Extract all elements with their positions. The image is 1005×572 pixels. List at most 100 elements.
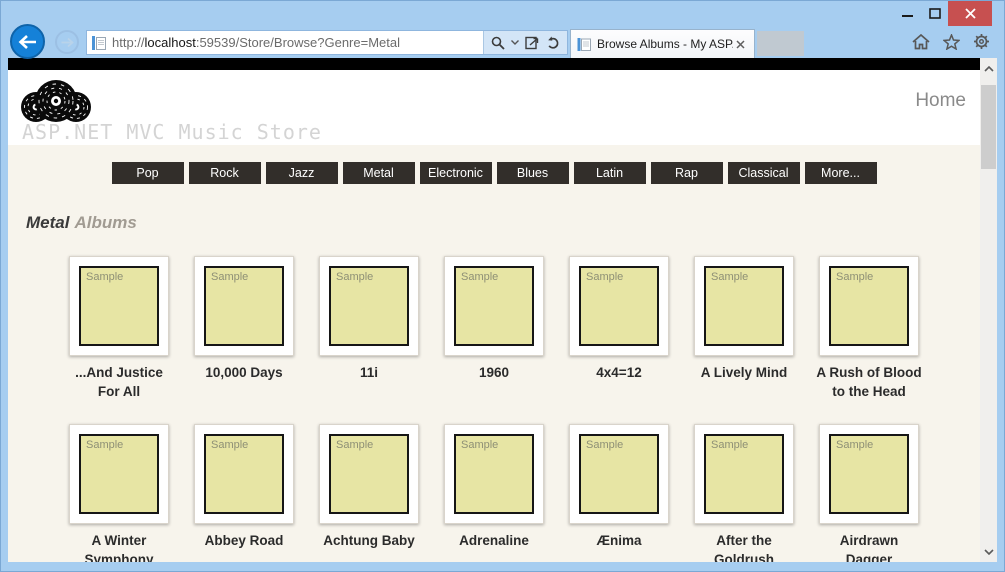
album-title: Airdrawn Dagger <box>815 531 923 562</box>
album-item[interactable]: Sample 4x4=12 <box>557 256 682 424</box>
new-tab-button[interactable] <box>757 31 804 56</box>
settings-gear-icon[interactable] <box>973 33 990 50</box>
maximize-button[interactable] <box>921 1 948 25</box>
album-cover: Sample <box>69 256 169 356</box>
album-item[interactable]: Sample ...And Justice For All <box>57 256 182 424</box>
window-controls <box>894 1 992 26</box>
album-cover: Sample <box>194 256 294 356</box>
genre-button-jazz[interactable]: Jazz <box>266 162 338 184</box>
album-art-placeholder: Sample <box>829 434 909 514</box>
album-art-placeholder: Sample <box>329 266 409 346</box>
page-title-suffix: Albums <box>74 213 136 232</box>
album-art-placeholder: Sample <box>79 434 159 514</box>
album-title: Ænima <box>596 531 641 550</box>
album-cover: Sample <box>694 256 794 356</box>
album-art-placeholder: Sample <box>829 266 909 346</box>
genre-button-more[interactable]: More... <box>805 162 877 184</box>
genre-button-rap[interactable]: Rap <box>651 162 723 184</box>
album-title: A Lively Mind <box>701 363 788 382</box>
tab-favicon-icon <box>577 37 592 52</box>
home-icon[interactable] <box>912 34 930 50</box>
album-cover: Sample <box>319 256 419 356</box>
tab-title: Browse Albums - My ASP.N... <box>597 37 733 51</box>
album-title: A Winter Symphony <box>65 531 173 562</box>
scrollbar-thumb[interactable] <box>981 85 996 169</box>
album-item[interactable]: Sample 1960 <box>432 256 557 424</box>
album-art-placeholder: Sample <box>579 266 659 346</box>
album-title: 11i <box>360 363 378 382</box>
album-cover: Sample <box>69 424 169 524</box>
maximize-icon <box>929 8 941 19</box>
chevron-up-icon <box>984 66 994 72</box>
genre-button-classical[interactable]: Classical <box>728 162 800 184</box>
site-brand-title: ASP.NET MVC Music Store <box>22 120 322 144</box>
genre-button-metal[interactable]: Metal <box>343 162 415 184</box>
forward-button[interactable] <box>55 30 79 54</box>
album-title: A Rush of Blood to the Head <box>815 363 923 401</box>
album-item[interactable]: Sample A Lively Mind <box>682 256 807 424</box>
album-cover: Sample <box>444 424 544 524</box>
minimize-icon <box>902 8 913 19</box>
favorites-star-icon[interactable] <box>943 34 960 50</box>
album-art-placeholder: Sample <box>204 266 284 346</box>
genre-button-electronic[interactable]: Electronic <box>420 162 492 184</box>
genre-button-latin[interactable]: Latin <box>574 162 646 184</box>
url-host: localhost <box>145 35 196 50</box>
home-link[interactable]: Home <box>915 90 966 112</box>
page-viewport: ASP.NET MVC Music Store Home Pop Rock Ja… <box>8 58 997 562</box>
album-item[interactable]: Sample After the Goldrush <box>682 424 807 562</box>
minimize-button[interactable] <box>894 1 921 25</box>
album-art-placeholder: Sample <box>329 434 409 514</box>
tab-close-button[interactable] <box>733 37 748 52</box>
album-grid: Sample ...And Justice For All Sample 10,… <box>8 256 980 562</box>
album-title: Abbey Road <box>205 531 284 550</box>
album-art-placeholder: Sample <box>579 434 659 514</box>
search-icon[interactable] <box>491 36 505 50</box>
search-dropdown-caret-icon[interactable] <box>511 40 519 45</box>
album-item[interactable]: Sample A Rush of Blood to the Head <box>807 256 932 424</box>
album-cover: Sample <box>444 256 544 356</box>
album-title: 4x4=12 <box>596 363 641 382</box>
album-title: ...And Justice For All <box>65 363 173 401</box>
album-item[interactable]: Sample Airdrawn Dagger <box>807 424 932 562</box>
genre-button-rock[interactable]: Rock <box>189 162 261 184</box>
album-title: Adrenaline <box>459 531 529 550</box>
album-cover: Sample <box>569 256 669 356</box>
url-text[interactable]: http://localhost:59539/Store/Browse?Genr… <box>112 35 483 50</box>
album-cover: Sample <box>819 424 919 524</box>
vertical-scrollbar[interactable] <box>980 58 997 562</box>
album-art-placeholder: Sample <box>204 434 284 514</box>
browser-toolbar-icons <box>912 33 990 50</box>
album-item[interactable]: Sample Adrenaline <box>432 424 557 562</box>
page-title-genre: Metal <box>26 213 69 232</box>
album-cover: Sample <box>569 424 669 524</box>
album-item[interactable]: Sample Abbey Road <box>182 424 307 562</box>
album-title: After the Goldrush <box>690 531 798 562</box>
album-title: 1960 <box>479 363 509 382</box>
close-button[interactable] <box>948 1 992 26</box>
tab-close-icon <box>736 40 745 49</box>
album-art-placeholder: Sample <box>454 266 534 346</box>
site-header: ASP.NET MVC Music Store Home <box>8 70 980 145</box>
genre-button-blues[interactable]: Blues <box>497 162 569 184</box>
go-page-icon[interactable] <box>525 36 540 50</box>
album-item[interactable]: Sample A Winter Symphony <box>57 424 182 562</box>
genre-button-pop[interactable]: Pop <box>112 162 184 184</box>
album-item[interactable]: Sample Ænima <box>557 424 682 562</box>
refresh-icon[interactable] <box>546 36 560 50</box>
album-item[interactable]: Sample 10,000 Days <box>182 256 307 424</box>
genre-nav: Pop Rock Jazz Metal Electronic Blues Lat… <box>8 162 980 184</box>
browser-window: http://localhost:59539/Store/Browse?Genr… <box>0 0 1005 572</box>
page-top-strip <box>8 58 980 70</box>
tab-browse-albums[interactable]: Browse Albums - My ASP.N... <box>570 29 755 58</box>
scroll-up-button[interactable] <box>980 60 997 77</box>
url-path: :59539/Store/Browse?Genre=Metal <box>196 35 400 50</box>
back-button[interactable] <box>10 24 45 59</box>
chevron-down-icon <box>984 549 994 555</box>
album-art-placeholder: Sample <box>704 434 784 514</box>
address-bar[interactable]: http://localhost:59539/Store/Browse?Genr… <box>86 30 568 55</box>
scroll-down-button[interactable] <box>980 543 997 560</box>
album-item[interactable]: Sample Achtung Baby <box>307 424 432 562</box>
page-document-icon <box>91 35 107 51</box>
album-item[interactable]: Sample 11i <box>307 256 432 424</box>
